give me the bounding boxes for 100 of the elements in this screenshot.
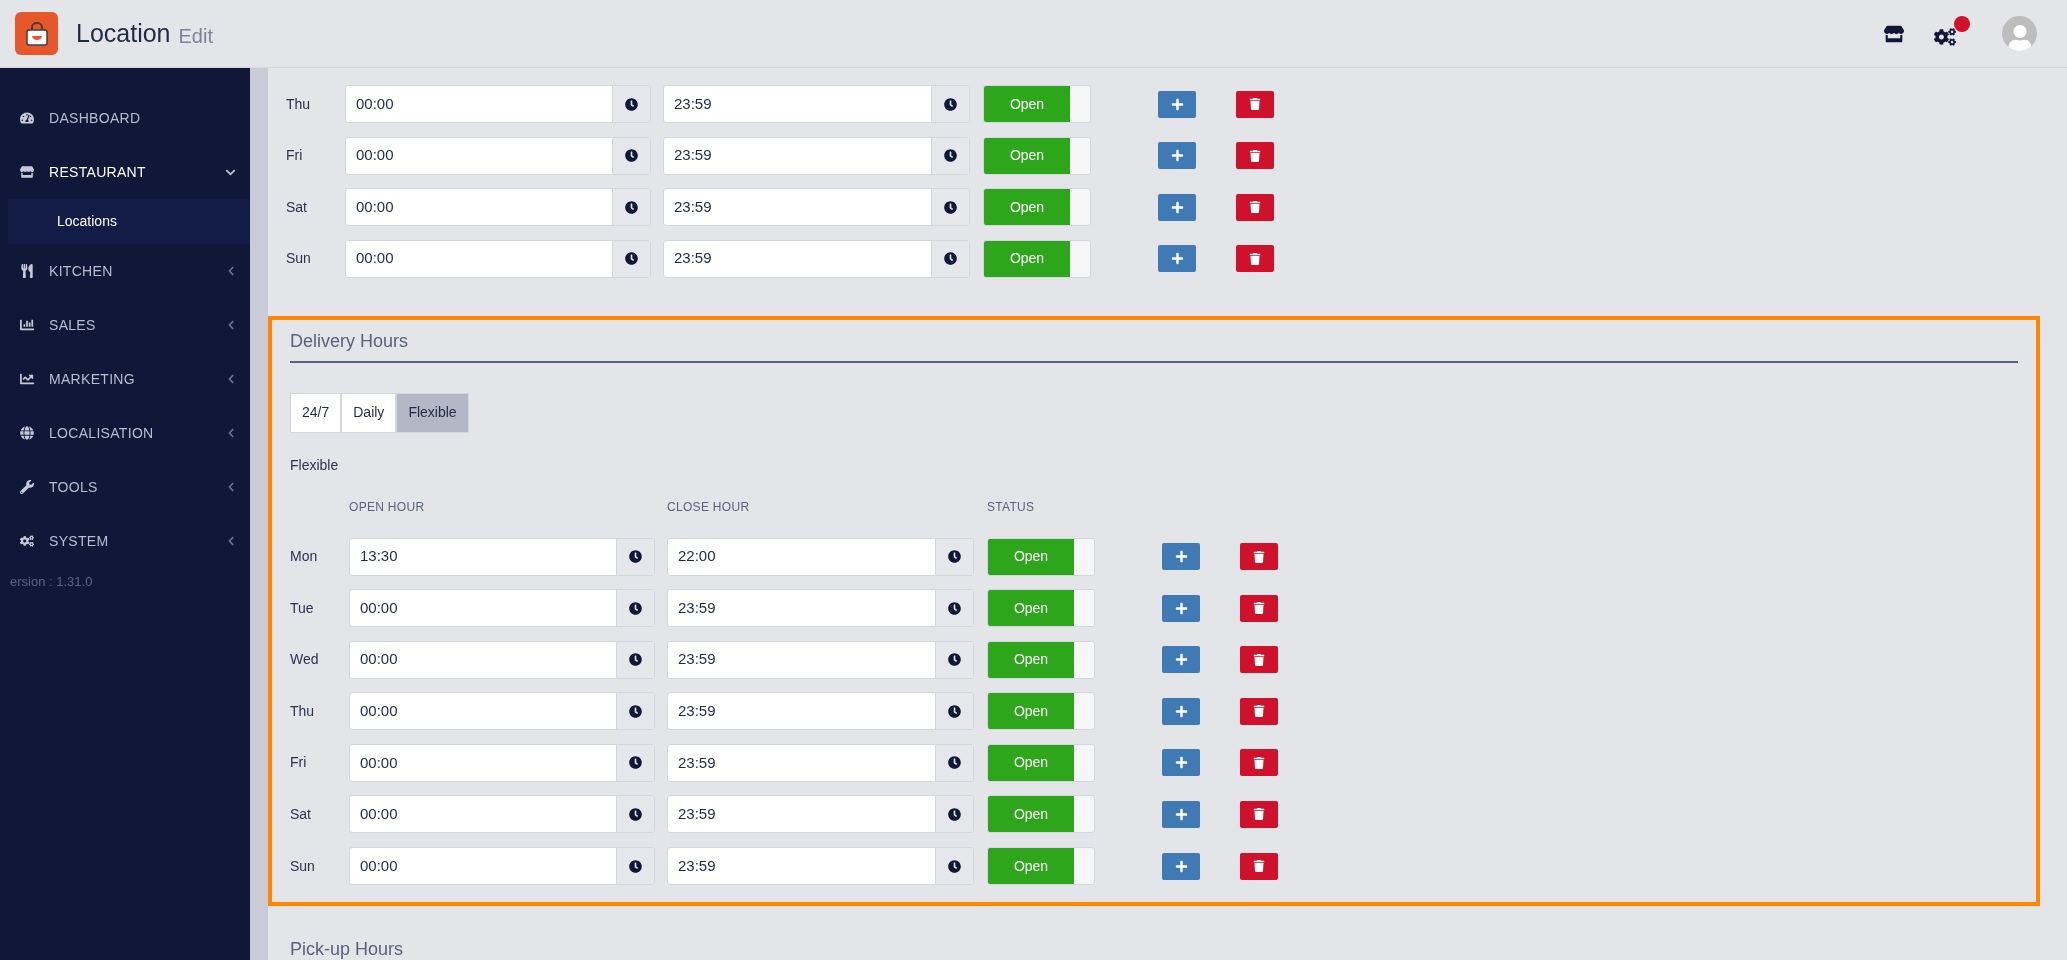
trash-icon bbox=[1249, 149, 1261, 162]
mode-tab[interactable]: Daily bbox=[341, 392, 397, 433]
plus-icon bbox=[1170, 200, 1184, 214]
add-button[interactable] bbox=[1162, 852, 1200, 880]
delete-button[interactable] bbox=[1236, 142, 1274, 169]
line-chart-icon bbox=[20, 372, 34, 386]
sidebar-item[interactable]: RESTAURANT bbox=[8, 145, 250, 199]
add-button[interactable] bbox=[1162, 594, 1200, 622]
clock-icon bbox=[944, 252, 957, 265]
sidebar-item[interactable]: TOOLS bbox=[8, 460, 250, 514]
close-hour-field[interactable]: 23:59 bbox=[663, 136, 970, 175]
add-button[interactable] bbox=[1158, 90, 1196, 118]
delete-button[interactable] bbox=[1236, 193, 1274, 221]
sidebar-item[interactable]: SALES bbox=[8, 298, 250, 352]
section-title: Delivery Hours bbox=[290, 327, 2018, 363]
add-button[interactable] bbox=[1162, 543, 1200, 570]
add-button[interactable] bbox=[1158, 142, 1196, 169]
close-hour-field[interactable]: 23:59 bbox=[663, 239, 970, 278]
day-label: Sun bbox=[290, 856, 316, 876]
mode-tab[interactable]: Flexible bbox=[396, 392, 469, 433]
delete-button[interactable] bbox=[1240, 800, 1278, 828]
close-hour-field[interactable]: 23:59 bbox=[667, 589, 974, 628]
day-label: Wed bbox=[290, 650, 320, 670]
open-hour-field[interactable]: 00:00 bbox=[345, 239, 651, 278]
sidebar-item[interactable]: DASHBOARD bbox=[8, 91, 250, 145]
close-hour-field[interactable]: 23:59 bbox=[667, 795, 974, 834]
wrench-icon bbox=[20, 480, 34, 494]
add-button[interactable] bbox=[1158, 245, 1196, 272]
open-hour-field[interactable]: 00:00 bbox=[349, 692, 655, 731]
delete-button[interactable] bbox=[1240, 749, 1278, 777]
open-hour-field[interactable]: 00:00 bbox=[349, 589, 655, 628]
close-hour-field[interactable]: 23:59 bbox=[667, 743, 974, 782]
open-hour-field[interactable]: 00:00 bbox=[345, 136, 651, 175]
delete-button[interactable] bbox=[1236, 245, 1274, 272]
close-hour-field[interactable]: 23:59 bbox=[667, 640, 974, 679]
close-hour-field[interactable]: 22:00 bbox=[667, 537, 974, 576]
delete-button[interactable] bbox=[1240, 594, 1278, 622]
sidebar-item[interactable]: KITCHEN bbox=[8, 244, 250, 298]
version-text: ersion : 1.31.0 bbox=[10, 573, 94, 591]
clock-icon bbox=[948, 807, 961, 821]
clock-icon bbox=[625, 97, 638, 111]
trash-icon bbox=[1253, 602, 1265, 615]
page-subtitle: Edit bbox=[178, 23, 213, 49]
clock-icon bbox=[625, 200, 638, 214]
add-button[interactable] bbox=[1162, 749, 1200, 777]
clock-icon bbox=[944, 149, 957, 162]
clock-icon bbox=[629, 550, 642, 563]
close-hour-field[interactable]: 23:59 bbox=[667, 692, 974, 731]
open-hour-field[interactable]: 00:00 bbox=[349, 640, 655, 679]
clock-icon bbox=[944, 97, 957, 111]
clock-icon bbox=[629, 653, 642, 667]
sidebar-item[interactable]: LOCALISATION bbox=[8, 406, 250, 460]
clock-icon bbox=[948, 704, 961, 718]
delete-button[interactable] bbox=[1240, 543, 1278, 570]
close-hour-field[interactable]: 23:59 bbox=[667, 847, 974, 886]
plus-icon bbox=[1174, 859, 1188, 873]
app-logo[interactable] bbox=[15, 12, 58, 55]
store-icon[interactable] bbox=[1884, 23, 1904, 44]
column-header: CLOSE HOUR bbox=[667, 498, 751, 516]
delete-button[interactable] bbox=[1236, 90, 1274, 118]
open-hour-field[interactable]: 00:00 bbox=[345, 188, 651, 226]
trash-icon bbox=[1253, 705, 1265, 718]
page-title: Location bbox=[76, 17, 171, 49]
clock-icon bbox=[629, 859, 642, 873]
add-button[interactable] bbox=[1162, 800, 1200, 828]
add-button[interactable] bbox=[1162, 697, 1200, 725]
settings-icon bbox=[1934, 25, 1956, 48]
add-button[interactable] bbox=[1162, 646, 1200, 674]
open-hour-field[interactable]: 00:00 bbox=[349, 743, 655, 782]
day-label: Thu bbox=[286, 94, 312, 114]
sidebar-item[interactable]: SYSTEM bbox=[8, 514, 250, 568]
clock-icon bbox=[629, 756, 642, 770]
sidebar-item[interactable]: MARKETING bbox=[8, 352, 250, 406]
sidebar-subitem[interactable]: Locations bbox=[8, 199, 250, 244]
globe-icon bbox=[20, 426, 34, 440]
store-icon bbox=[20, 165, 34, 179]
add-button[interactable] bbox=[1158, 193, 1196, 221]
close-hour-field[interactable]: 23:59 bbox=[663, 188, 970, 226]
plus-icon bbox=[1174, 653, 1188, 667]
bar-chart-icon bbox=[20, 318, 34, 332]
plus-icon bbox=[1174, 704, 1188, 718]
clock-icon bbox=[625, 149, 638, 162]
day-label: Sat bbox=[286, 197, 308, 217]
gauge-icon bbox=[20, 111, 34, 125]
day-label: Fri bbox=[290, 753, 308, 773]
clock-icon bbox=[625, 252, 638, 265]
delete-button[interactable] bbox=[1240, 852, 1278, 880]
clock-icon bbox=[629, 601, 642, 615]
open-hour-field[interactable]: 00:00 bbox=[349, 847, 655, 886]
open-hour-field[interactable]: 00:00 bbox=[349, 795, 655, 834]
trash-icon bbox=[1253, 860, 1265, 873]
clock-icon bbox=[629, 704, 642, 718]
mode-tab[interactable]: 24/7 bbox=[290, 392, 342, 433]
clock-icon bbox=[948, 653, 961, 667]
delete-button[interactable] bbox=[1240, 646, 1278, 674]
open-hour-field[interactable]: 13:30 bbox=[349, 537, 655, 576]
clock-icon bbox=[948, 859, 961, 873]
open-hour-field[interactable]: 00:00 bbox=[345, 85, 651, 123]
delete-button[interactable] bbox=[1240, 697, 1278, 725]
close-hour-field[interactable]: 23:59 bbox=[663, 85, 970, 123]
